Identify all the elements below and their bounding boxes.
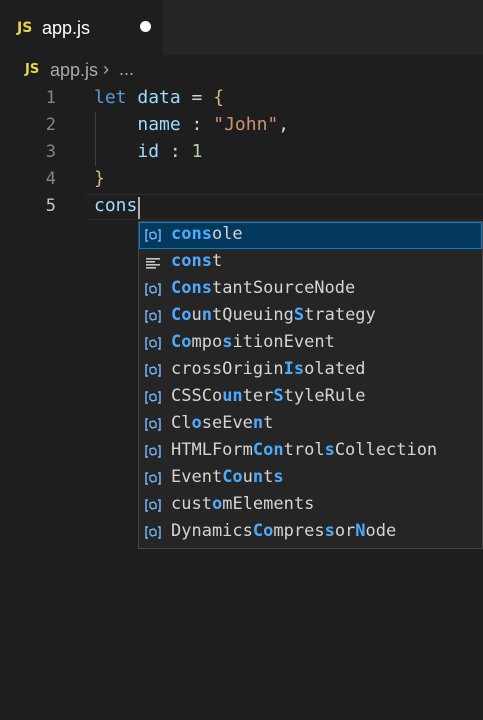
suggestion-label: CountQueuingStrategy [171,305,376,325]
suggestion-item[interactable]: console [139,222,482,249]
suggestion-item[interactable]: CloseEvent [139,411,482,438]
suggestion-item[interactable]: EventCounts [139,465,482,492]
js-file-icon: JS [25,62,40,77]
js-file-icon: JS [17,20,33,36]
variable-icon [145,337,161,350]
tab-app-js[interactable]: JS app.js [0,0,163,55]
variable-icon [145,364,161,377]
suggestion-label: CompositionEvent [171,332,335,352]
suggestion-label: EventCounts [171,467,284,487]
suggestion-item[interactable]: HTMLFormControlsCollection [139,438,482,465]
variable-icon [145,229,161,242]
line-content: } [94,168,105,189]
line-content: cons [94,195,138,216]
tab-bar: JS app.js [0,0,483,55]
breadcrumb: JS app.js › ... [0,55,483,87]
variable-icon [145,391,161,404]
variable-icon [145,310,161,323]
line-content: let data = { [94,87,225,108]
suggestion-label: ConstantSourceNode [171,278,356,298]
suggestion-widget[interactable]: console const ConstantSourceNode CountQueui… [138,221,483,549]
variable-icon [145,499,161,512]
line-number: 1 [45,88,56,108]
suggestion-label: const [171,251,223,271]
line-number: 4 [45,169,56,189]
breadcrumb-more[interactable]: ... [119,59,134,80]
suggestion-label: CloseEvent [171,413,274,433]
code-line-1[interactable]: 1 let data = { [0,86,483,113]
line-content: id : 1 [137,141,203,162]
line-number: 2 [45,115,56,135]
suggestion-label: DynamicsCompressorNode [171,521,397,541]
tab-title: app.js [42,18,91,38]
chevron-right-icon: › [103,59,109,79]
line-number: 3 [45,142,56,162]
suggestion-item[interactable]: CompositionEvent [139,330,482,357]
variable-icon [145,526,161,539]
code-line-4[interactable]: 4 } [0,167,483,194]
line-number: 5 [45,196,56,216]
variable-icon [145,418,161,431]
keyword-icon [146,258,160,269]
variable-icon [145,283,161,296]
code-line-2[interactable]: 2 name : "John", [0,113,483,140]
variable-icon [145,445,161,458]
suggestion-label: console [171,224,243,244]
text-cursor [138,197,140,219]
unsaved-dot-icon[interactable] [140,21,151,32]
suggestion-label: crossOriginIsolated [171,359,366,379]
suggestion-item[interactable]: const [139,249,482,276]
code-line-3[interactable]: 3 id : 1 [0,140,483,167]
suggestion-item[interactable]: crossOriginIsolated [139,357,482,384]
suggestion-item[interactable]: CountQueuingStrategy [139,303,482,330]
suggestion-item[interactable]: DynamicsCompressorNode [139,519,482,546]
suggestion-item[interactable]: CSSCounterStyleRule [139,384,482,411]
suggestion-label: customElements [171,494,315,514]
variable-icon [145,472,161,485]
suggestion-item[interactable]: customElements [139,492,482,519]
suggestion-item[interactable]: ConstantSourceNode [139,276,482,303]
code-line-5[interactable]: 5 cons [0,194,483,221]
suggestion-label: CSSCounterStyleRule [171,386,366,406]
suggestion-label: HTMLFormControlsCollection [171,440,438,460]
breadcrumb-file[interactable]: app.js [50,60,98,81]
line-content: name : "John", [137,114,290,135]
